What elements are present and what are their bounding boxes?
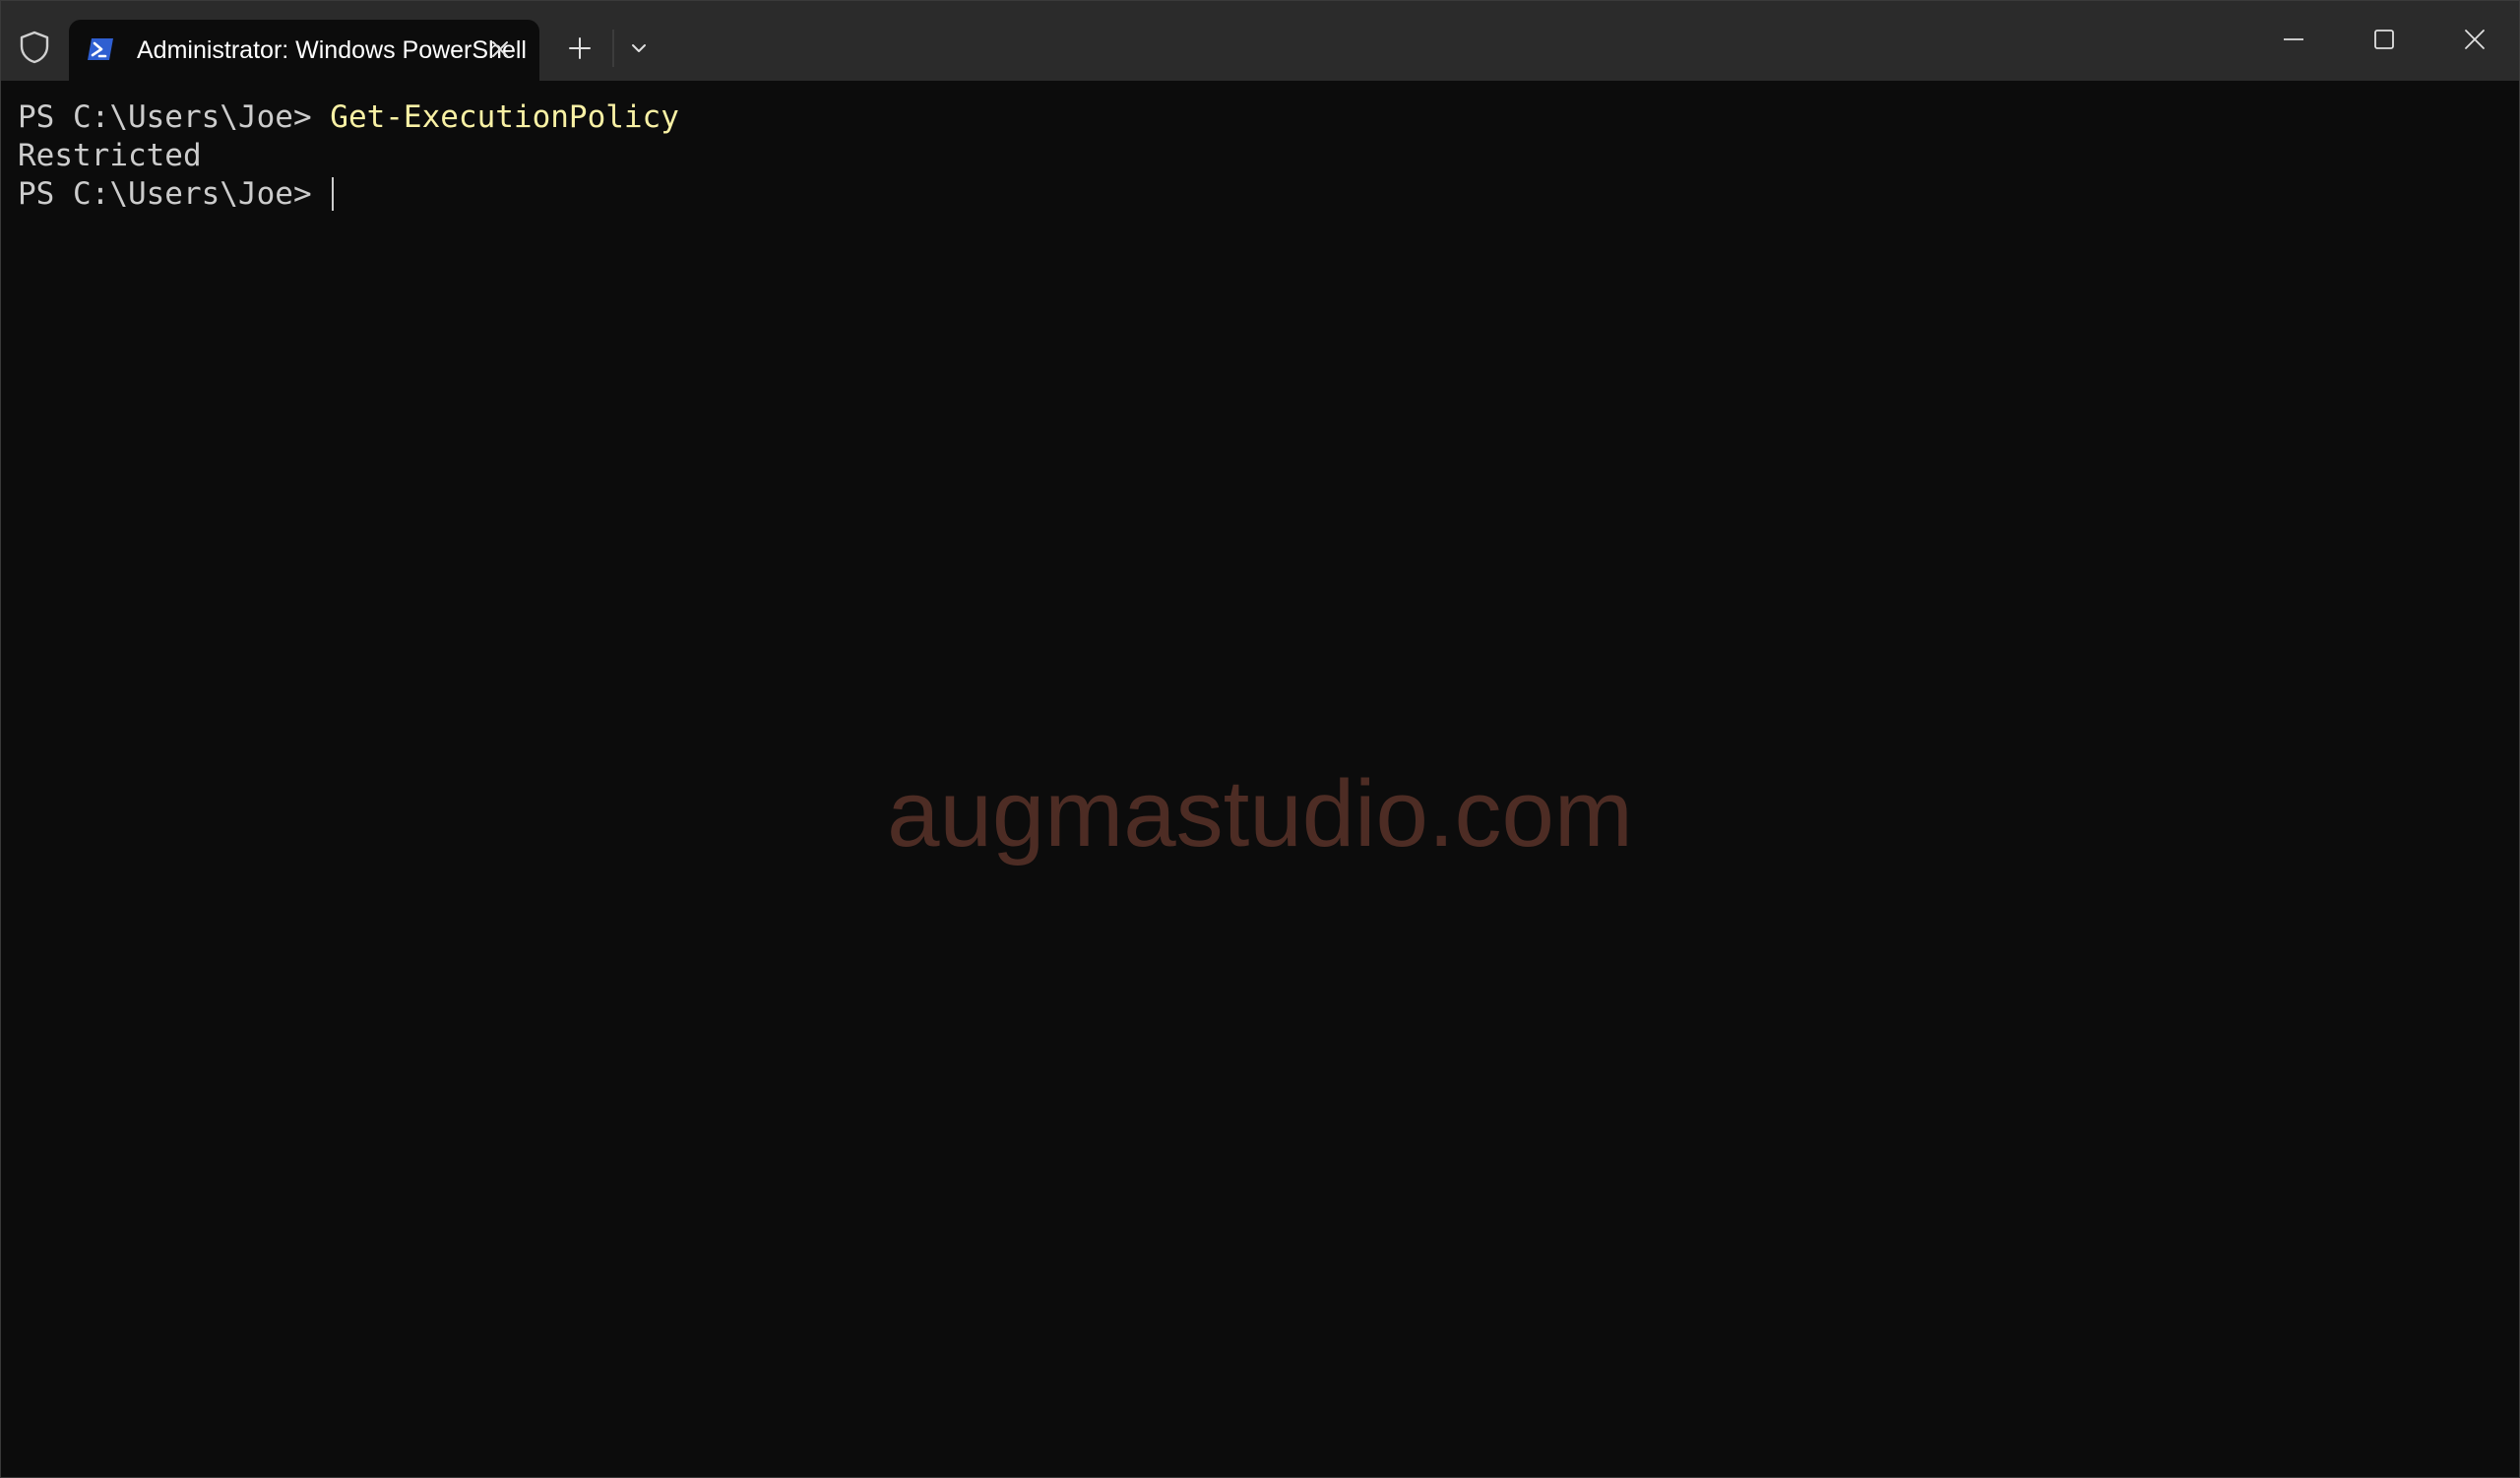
prompt: PS C:\Users\Joe>	[18, 176, 331, 212]
terminal-line: PS C:\Users\Joe> Get-ExecutionPolicy	[18, 98, 679, 137]
command-text: Get-ExecutionPolicy	[330, 99, 679, 135]
new-tab-button[interactable]	[561, 30, 598, 67]
close-icon	[2465, 30, 2485, 49]
maximize-button[interactable]	[2339, 0, 2429, 79]
close-window-button[interactable]	[2429, 0, 2520, 79]
minimize-icon	[2284, 38, 2303, 40]
terminal-output[interactable]: PS C:\Users\Joe> Get-ExecutionPolicy Res…	[0, 81, 2520, 1478]
terminal-line: Restricted	[18, 137, 202, 175]
minimize-button[interactable]	[2248, 0, 2339, 79]
close-icon[interactable]	[482, 32, 518, 67]
tab-powershell[interactable]: Administrator: Windows PowerShell	[69, 20, 539, 81]
watermark: augmastudio.com	[887, 761, 1633, 867]
terminal-window: Administrator: Windows PowerShell PS C:\…	[0, 0, 2520, 1478]
prompt: PS C:\Users\Joe>	[18, 99, 331, 135]
tab-title: Administrator: Windows PowerShell	[137, 36, 527, 64]
plus-icon	[569, 37, 591, 59]
tab-dropdown-button[interactable]	[620, 30, 658, 67]
text-cursor	[332, 177, 335, 211]
tab-separator	[612, 30, 614, 67]
powershell-icon	[87, 35, 114, 63]
command-output: Restricted	[18, 138, 202, 173]
maximize-icon	[2374, 30, 2394, 49]
terminal-line: PS C:\Users\Joe>	[18, 175, 335, 214]
shield-icon	[18, 30, 51, 65]
chevron-down-icon	[632, 44, 646, 52]
title-bar[interactable]: Administrator: Windows PowerShell	[0, 0, 2520, 81]
